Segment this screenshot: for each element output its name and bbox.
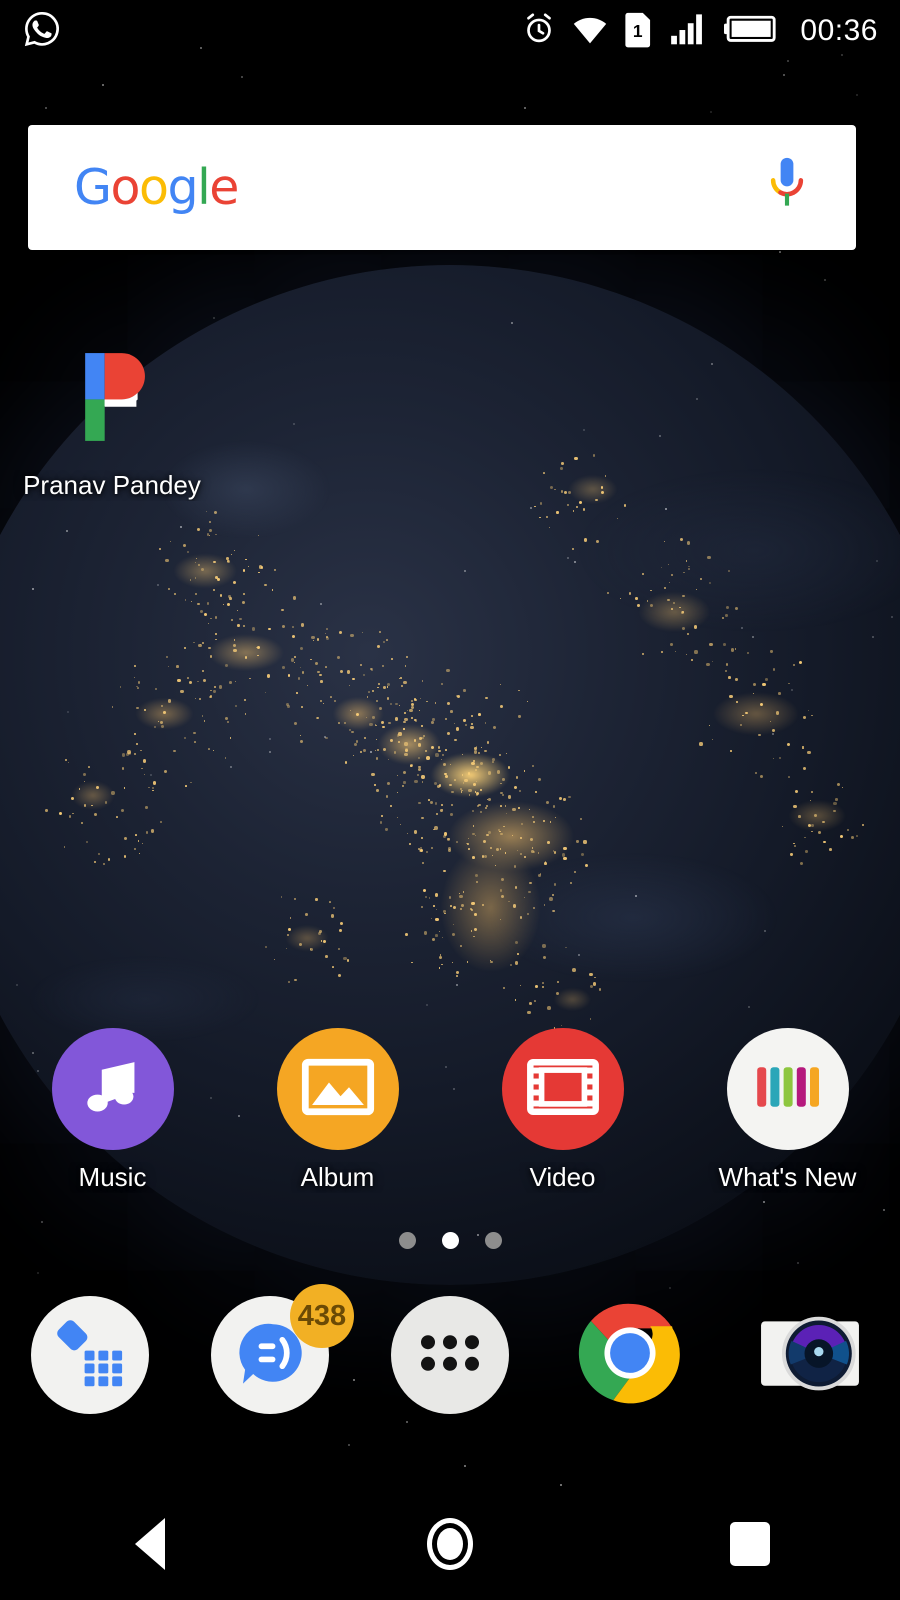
- app-label-video: Video: [529, 1162, 596, 1192]
- app-row: Music Album Video What's New: [0, 1028, 900, 1193]
- app-label-music: Music: [78, 1162, 147, 1192]
- navigation-bar: [0, 1488, 900, 1600]
- photo-icon: [301, 1056, 375, 1123]
- sim-number: 1: [633, 20, 643, 40]
- camera-lens-icon: [755, 1298, 865, 1413]
- whatsapp-icon: [22, 9, 62, 54]
- recents-button[interactable]: [600, 1522, 900, 1566]
- home-button[interactable]: [300, 1518, 600, 1570]
- dock-messaging[interactable]: 438: [180, 1284, 360, 1414]
- back-button[interactable]: [0, 1518, 300, 1570]
- google-search-widget[interactable]: Google: [28, 125, 856, 250]
- video-icon-background: [501, 1028, 624, 1150]
- google-logo: Google: [74, 159, 239, 216]
- page-indicator: [0, 1232, 900, 1249]
- page-dot-3[interactable]: [484, 1232, 502, 1249]
- camera-icon-background: [751, 1296, 869, 1414]
- app-album[interactable]: Album: [225, 1028, 450, 1193]
- sim-icon: 1: [624, 10, 654, 53]
- page-dot-2-active[interactable]: [441, 1232, 459, 1249]
- dock: 438: [0, 1284, 900, 1414]
- app-drawer-background: [391, 1296, 509, 1414]
- dock-camera[interactable]: [720, 1296, 900, 1414]
- status-system-icons: 1 00:36: [522, 10, 878, 53]
- music-icon-background: [51, 1028, 174, 1150]
- home-screen: 1 00:36 Google Pranav Pandey Music Album…: [0, 0, 900, 1600]
- app-label-whats-new: What's New: [718, 1162, 857, 1192]
- bars-icon: [755, 1059, 821, 1120]
- dock-phone[interactable]: [0, 1296, 180, 1414]
- signal-icon: [670, 12, 708, 51]
- status-bar: 1 00:36: [0, 0, 900, 62]
- messaging-badge: 438: [290, 1284, 354, 1348]
- app-video[interactable]: Video: [450, 1028, 675, 1193]
- triangle-back-icon: [135, 1518, 165, 1570]
- mic-icon[interactable]: [764, 155, 810, 220]
- wifi-icon: [572, 12, 608, 51]
- circle-home-icon: [427, 1518, 473, 1570]
- dock-app-drawer[interactable]: [360, 1296, 540, 1414]
- square-recents-icon: [730, 1522, 770, 1566]
- status-notification-icons: [22, 9, 62, 54]
- status-clock: 00:36: [800, 14, 878, 47]
- film-strip-icon: [526, 1056, 600, 1123]
- app-whats-new[interactable]: What's New: [675, 1028, 900, 1193]
- dock-chrome[interactable]: [540, 1296, 720, 1414]
- phone-dialpad-icon: [51, 1314, 129, 1397]
- whats-new-icon-background: [726, 1028, 849, 1150]
- app-grid-icon: [418, 1330, 482, 1381]
- app-label-album: Album: [300, 1162, 375, 1192]
- app-music[interactable]: Music: [0, 1028, 225, 1193]
- page-dot-1[interactable]: [398, 1232, 416, 1249]
- alarm-icon: [522, 12, 556, 51]
- chrome-icon: [571, 1294, 689, 1417]
- battery-icon: [724, 14, 778, 49]
- album-icon-background: [276, 1028, 399, 1150]
- shortcut-pranav-pandey[interactable]: Pranav Pandey: [12, 336, 212, 501]
- music-note-icon: [78, 1052, 148, 1127]
- p-letter-icon: [51, 336, 173, 458]
- phone-icon-background: [31, 1296, 149, 1414]
- shortcut-label: Pranav Pandey: [23, 470, 201, 500]
- chrome-icon-background: [571, 1296, 689, 1414]
